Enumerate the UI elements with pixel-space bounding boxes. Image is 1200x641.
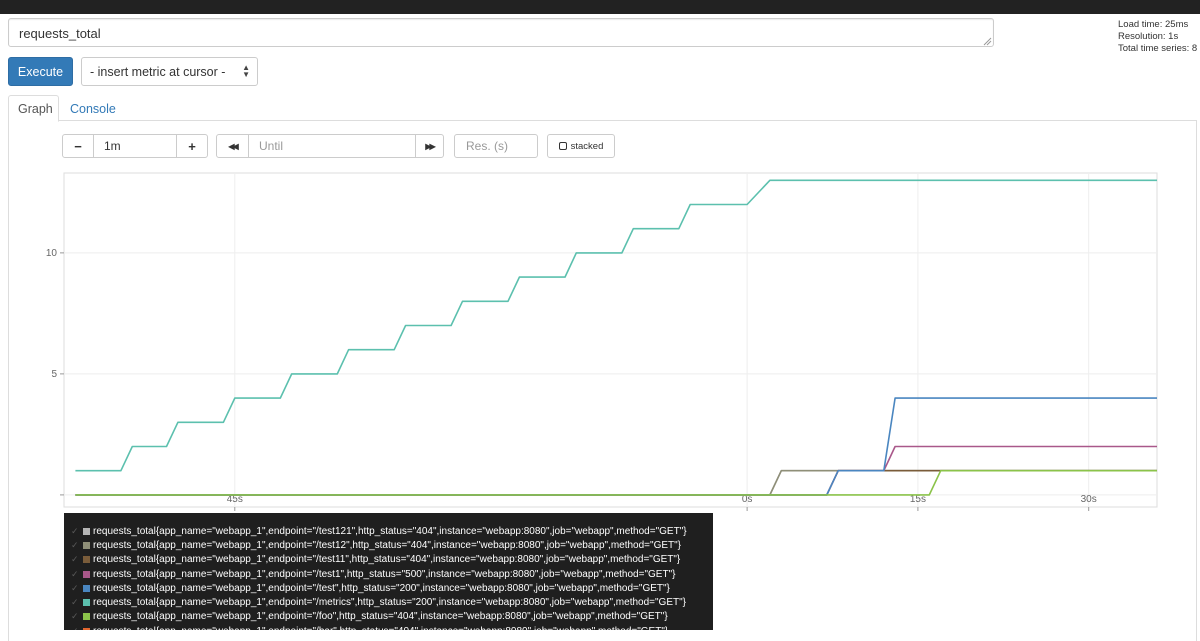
legend-swatch <box>83 613 90 620</box>
legend-swatch <box>83 599 90 606</box>
legend-label: requests_total{app_name="webapp_1",endpo… <box>93 626 668 630</box>
legend-item[interactable]: ✓ requests_total{app_name="webapp_1",endp… <box>64 538 713 552</box>
legend-check-icon[interactable]: ✓ <box>71 569 83 580</box>
legend-item[interactable]: ✓ requests_total{app_name="webapp_1",endp… <box>64 624 713 630</box>
legend-item[interactable]: ✓ requests_total{app_name="webapp_1",endp… <box>64 595 713 609</box>
legend-check-icon[interactable]: ✓ <box>71 583 83 594</box>
legend-item[interactable]: ✓ requests_total{app_name="webapp_1",endp… <box>64 524 713 538</box>
legend-swatch <box>83 571 90 578</box>
legend-swatch <box>83 528 90 535</box>
legend-label: requests_total{app_name="webapp_1",endpo… <box>93 611 668 622</box>
legend-item[interactable]: ✓ requests_total{app_name="webapp_1",endp… <box>64 567 713 581</box>
legend-check-icon[interactable]: ✓ <box>71 597 83 608</box>
legend-label: requests_total{app_name="webapp_1",endpo… <box>93 526 687 537</box>
legend-swatch <box>83 542 90 549</box>
legend-check-icon[interactable]: ✓ <box>71 611 83 622</box>
y-tick-label: 5 <box>51 369 57 380</box>
x-tick-label: 30s <box>1081 494 1097 505</box>
legend-check-icon[interactable]: ✓ <box>71 526 83 537</box>
legend-check-icon[interactable]: ✓ <box>71 554 83 565</box>
legend-label: requests_total{app_name="webapp_1",endpo… <box>93 583 670 594</box>
legend-swatch <box>83 585 90 592</box>
legend-check-icon[interactable]: ✓ <box>71 626 83 630</box>
legend-item[interactable]: ✓ requests_total{app_name="webapp_1",endp… <box>64 553 713 567</box>
plot-area <box>64 173 1157 507</box>
legend-swatch <box>83 556 90 563</box>
legend-item[interactable]: ✓ requests_total{app_name="webapp_1",endp… <box>64 610 713 624</box>
legend-label: requests_total{app_name="webapp_1",endpo… <box>93 569 675 580</box>
legend-label: requests_total{app_name="webapp_1",endpo… <box>93 540 681 551</box>
y-tick-label: 10 <box>46 248 58 259</box>
legend-check-icon[interactable]: ✓ <box>71 540 83 551</box>
legend-label: requests_total{app_name="webapp_1",endpo… <box>93 554 680 565</box>
graph-legend: ✓ requests_total{app_name="webapp_1",endp… <box>64 513 713 630</box>
legend-item[interactable]: ✓ requests_total{app_name="webapp_1",endp… <box>64 581 713 595</box>
legend-label: requests_total{app_name="webapp_1",endpo… <box>93 597 686 608</box>
